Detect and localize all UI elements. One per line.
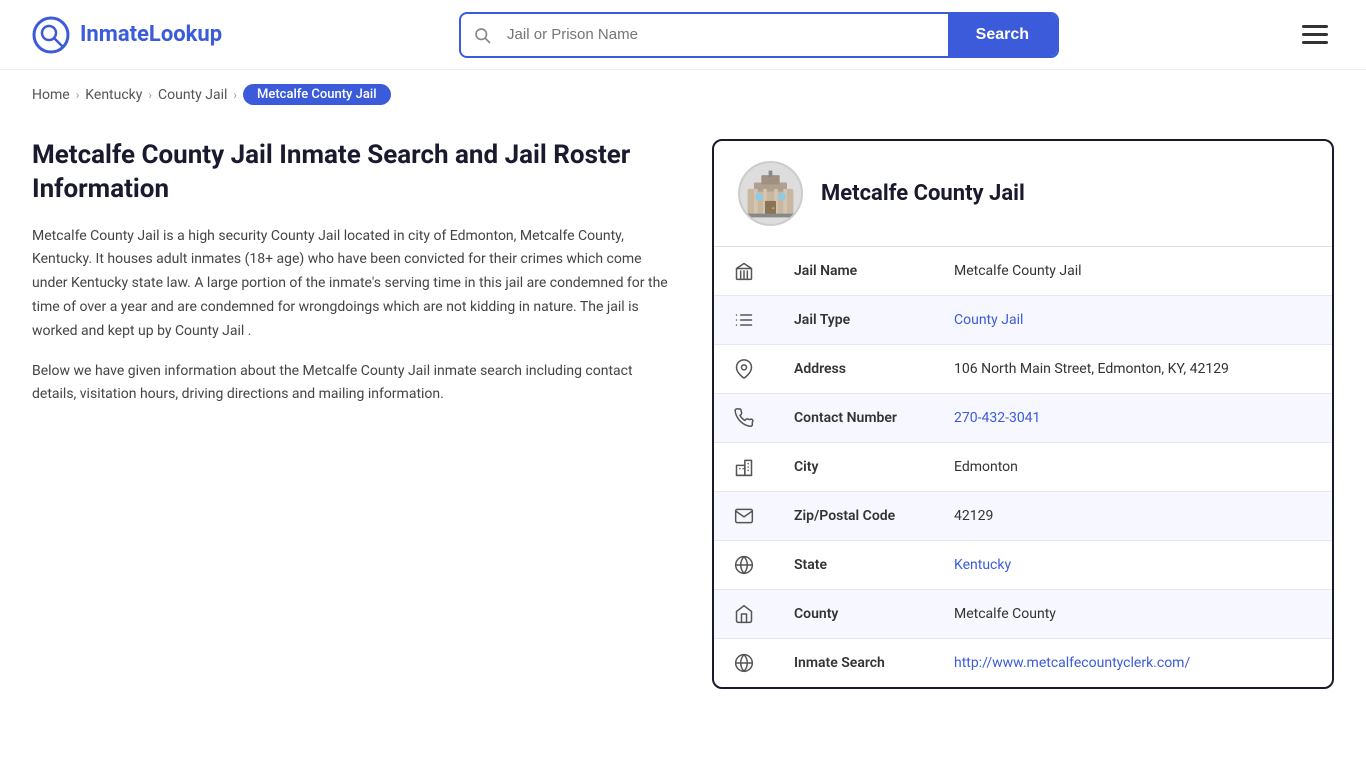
info-card: Metcalfe County Jail Jail NameMetcalfe C… <box>712 139 1334 689</box>
search-input[interactable] <box>503 16 948 53</box>
table-label: City <box>774 443 934 492</box>
breadcrumb-separator: › <box>233 88 237 102</box>
table-value: Edmonton <box>934 443 1332 492</box>
table-row: Jail NameMetcalfe County Jail <box>714 247 1332 296</box>
table-label: Jail Name <box>774 247 934 296</box>
table-row: Jail TypeCounty Jail <box>714 296 1332 345</box>
table-value[interactable]: http://www.metcalfecountyclerk.com/ <box>934 639 1332 688</box>
main-content: Metcalfe County Jail Inmate Search and J… <box>0 119 1366 729</box>
search-button[interactable]: Search <box>948 14 1057 56</box>
page-heading: Metcalfe County Jail Inmate Search and J… <box>32 139 672 207</box>
phone-icon <box>714 394 774 443</box>
search-bar-icon <box>461 26 503 44</box>
table-row: Zip/Postal Code42129 <box>714 492 1332 541</box>
logo-icon <box>32 16 70 54</box>
jail-icon <box>714 247 774 296</box>
table-row: StateKentucky <box>714 541 1332 590</box>
logo-link[interactable]: InmateLookup <box>32 16 222 54</box>
table-value[interactable]: Kentucky <box>934 541 1332 590</box>
info-table: Jail NameMetcalfe County JailJail TypeCo… <box>714 247 1332 687</box>
left-column: Metcalfe County Jail Inmate Search and J… <box>32 139 672 423</box>
table-row: Inmate Searchhttp://www.metcalfecountycl… <box>714 639 1332 688</box>
breadcrumb-type[interactable]: County Jail <box>158 87 227 103</box>
table-label: Address <box>774 345 934 394</box>
table-value: Metcalfe County <box>934 590 1332 639</box>
card-title: Metcalfe County Jail <box>821 181 1025 206</box>
table-label: Zip/Postal Code <box>774 492 934 541</box>
search-bar: Search <box>459 12 1059 58</box>
table-label: Inmate Search <box>774 639 934 688</box>
list-icon <box>714 296 774 345</box>
jail-building-icon <box>743 166 798 221</box>
table-label: Jail Type <box>774 296 934 345</box>
table-label: Contact Number <box>774 394 934 443</box>
search-globe-icon <box>714 639 774 688</box>
table-value: 42129 <box>934 492 1332 541</box>
table-label: State <box>774 541 934 590</box>
description-2: Below we have given information about th… <box>32 360 672 408</box>
hamburger-button[interactable] <box>1296 19 1334 50</box>
right-column: Metcalfe County Jail Jail NameMetcalfe C… <box>712 139 1334 689</box>
globe-icon <box>714 541 774 590</box>
logo-text: InmateLookup <box>80 22 222 47</box>
table-row: CountyMetcalfe County <box>714 590 1332 639</box>
table-value[interactable]: 270-432-3041 <box>934 394 1332 443</box>
mail-icon <box>714 492 774 541</box>
breadcrumb-separator: › <box>76 88 80 102</box>
description-1: Metcalfe County Jail is a high security … <box>32 225 672 344</box>
header: InmateLookup Search <box>0 0 1366 70</box>
hamburger-line <box>1302 33 1328 36</box>
table-row: Address106 North Main Street, Edmonton, … <box>714 345 1332 394</box>
table-value: Metcalfe County Jail <box>934 247 1332 296</box>
jail-avatar <box>738 161 803 226</box>
table-label: County <box>774 590 934 639</box>
table-value[interactable]: County Jail <box>934 296 1332 345</box>
location-icon <box>714 345 774 394</box>
county-icon <box>714 590 774 639</box>
breadcrumb-state[interactable]: Kentucky <box>85 87 142 103</box>
breadcrumb-current: Metcalfe County Jail <box>243 84 391 105</box>
hamburger-line <box>1302 25 1328 28</box>
breadcrumb: Home › Kentucky › County Jail › Metcalfe… <box>0 70 1366 119</box>
hamburger-line <box>1302 41 1328 44</box>
card-header: Metcalfe County Jail <box>714 141 1332 247</box>
table-row: CityEdmonton <box>714 443 1332 492</box>
city-icon <box>714 443 774 492</box>
table-value: 106 North Main Street, Edmonton, KY, 421… <box>934 345 1332 394</box>
table-row: Contact Number270-432-3041 <box>714 394 1332 443</box>
breadcrumb-home[interactable]: Home <box>32 87 70 103</box>
breadcrumb-separator: › <box>148 88 152 102</box>
